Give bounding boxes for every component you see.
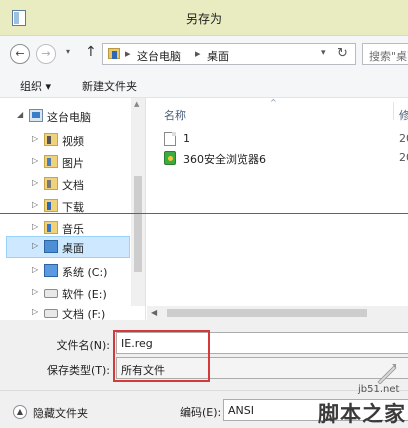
column-header-name[interactable]: 名称 xyxy=(164,107,186,123)
back-button[interactable]: ← xyxy=(10,44,30,64)
tree-item-label: 系统 (C:) xyxy=(62,266,108,279)
tree-item-label: 这台电脑 xyxy=(47,111,91,124)
watermark-url: jb51.net xyxy=(358,384,400,395)
command-toolbar: 组织 ▾ 新建文件夹 xyxy=(0,72,408,98)
desktop-folder-icon xyxy=(108,48,120,59)
window-title: 另存为 xyxy=(185,12,222,26)
file-row[interactable]: 1 20 xyxy=(164,130,408,148)
collapsed-triangle-icon[interactable]: ▷ xyxy=(32,241,38,250)
tree-item-label: 桌面 xyxy=(62,242,84,255)
watermark-name: 脚本之家 xyxy=(318,402,406,426)
search-placeholder: 搜索"桌面" xyxy=(369,50,408,63)
scroll-up-arrow-icon[interactable]: ▲ xyxy=(134,100,139,108)
search-input[interactable]: 搜索"桌面" xyxy=(362,43,408,65)
navigation-pane: ◢ 这台电脑 ▷ 视频 ▷ 图片 ▷ 文档 ▷ 下载 ▷ 音乐 ▷ 桌面 ▷ 系… xyxy=(0,98,146,321)
address-bar[interactable]: ▸ 这台电脑 ▸ 桌面 ▾ ↻ xyxy=(102,43,356,65)
collapsed-triangle-icon[interactable]: ▷ xyxy=(32,222,38,231)
tree-item-label: 音乐 xyxy=(62,223,84,236)
expanded-triangle-icon[interactable]: ◢ xyxy=(17,110,23,119)
scrollbar-thumb[interactable] xyxy=(167,309,367,317)
file-name: 1 xyxy=(183,132,190,145)
address-dropdown-icon[interactable]: ▾ xyxy=(321,48,326,58)
tree-item-label: 视频 xyxy=(62,135,84,148)
sort-ascending-icon: ^ xyxy=(270,98,277,107)
filetype-label: 保存类型(T): xyxy=(46,364,110,377)
scrollbar-thumb[interactable] xyxy=(134,176,142,272)
title-bar: 另存为 xyxy=(0,0,408,36)
collapsed-triangle-icon[interactable]: ▷ xyxy=(32,287,38,296)
tree-item-drive-e[interactable]: ▷ 软件 (E:) xyxy=(32,283,132,304)
desktop-folder-icon xyxy=(44,240,58,253)
new-folder-button[interactable]: 新建文件夹 xyxy=(82,78,137,94)
video-folder-icon xyxy=(44,133,58,146)
tree-item-videos[interactable]: ▷ 视频 xyxy=(32,130,127,151)
tree-item-label: 软件 (E:) xyxy=(62,288,107,301)
computer-icon xyxy=(29,109,43,122)
tree-item-drive-c[interactable]: ▷ 系统 (C:) xyxy=(32,261,132,282)
collapsed-triangle-icon[interactable]: ▷ xyxy=(32,200,38,209)
refresh-icon[interactable]: ↻ xyxy=(337,46,348,61)
text-file-icon xyxy=(164,132,176,146)
tree-item-pictures[interactable]: ▷ 图片 xyxy=(32,152,127,173)
collapsed-triangle-icon[interactable]: ▷ xyxy=(32,265,38,274)
breadcrumb-separator-icon[interactable]: ▸ xyxy=(125,47,131,60)
annotation-red-line xyxy=(0,213,408,214)
tree-item-label: 图片 xyxy=(62,157,84,170)
navigation-pane-scrollbar[interactable]: ▲ xyxy=(131,98,145,306)
tree-item-label: 文档 xyxy=(62,179,84,192)
scroll-left-arrow-icon[interactable]: ◀ xyxy=(151,308,157,317)
navigation-bar: ← → ▾ ↑ ▸ 这台电脑 ▸ 桌面 ▾ ↻ 搜索"桌面" xyxy=(0,36,408,72)
up-arrow-icon[interactable]: ↑ xyxy=(85,44,97,60)
breadcrumb-desktop[interactable]: 桌面 xyxy=(207,48,229,64)
downloads-folder-icon xyxy=(44,199,58,212)
encoding-value: ANSI xyxy=(228,404,254,417)
collapsed-triangle-icon[interactable]: ▷ xyxy=(32,156,38,165)
file-date: 20 xyxy=(399,151,408,164)
drive-icon xyxy=(44,289,58,298)
file-date: 20 xyxy=(399,132,408,145)
hide-folders-button[interactable]: 隐藏文件夹 xyxy=(33,405,88,421)
drive-icon xyxy=(44,309,58,318)
encoding-label: 编码(E): xyxy=(180,406,222,419)
file-list-horizontal-scrollbar[interactable]: ◀ xyxy=(147,306,408,320)
tree-item-documents[interactable]: ▷ 文档 xyxy=(32,174,127,195)
collapsed-triangle-icon[interactable]: ▷ xyxy=(32,307,38,316)
collapsed-triangle-icon[interactable]: ▷ xyxy=(32,178,38,187)
breadcrumb-this-pc[interactable]: 这台电脑 xyxy=(137,48,181,64)
file-name: 360安全浏览器6 xyxy=(183,153,266,166)
browser-shortcut-icon xyxy=(164,151,176,165)
filename-label: 文件名(N): xyxy=(56,339,110,352)
column-divider[interactable] xyxy=(393,102,394,120)
recent-locations-icon[interactable]: ▾ xyxy=(66,47,70,56)
music-folder-icon xyxy=(44,221,58,234)
system-drive-icon xyxy=(44,264,58,277)
documents-folder-icon xyxy=(44,177,58,190)
watermark-logo-icon xyxy=(377,364,397,384)
collapse-up-icon[interactable]: ▲ xyxy=(13,405,27,419)
tree-item-this-pc[interactable]: ◢ 这台电脑 xyxy=(17,106,127,127)
collapsed-triangle-icon[interactable]: ▷ xyxy=(32,134,38,143)
annotation-highlight-box xyxy=(113,330,210,382)
pictures-folder-icon xyxy=(44,155,58,168)
file-row[interactable]: 360安全浏览器6 20 xyxy=(164,149,408,167)
forward-button[interactable]: → xyxy=(36,44,56,64)
breadcrumb-separator-icon[interactable]: ▸ xyxy=(195,47,201,60)
file-list: ^ 名称 修 1 20 360安全浏览器6 20 xyxy=(147,98,408,306)
tree-item-desktop[interactable]: ▷ 桌面 xyxy=(6,236,130,258)
column-header-date[interactable]: 修 xyxy=(399,107,408,123)
save-form: 文件名(N): IE.reg 保存类型(T): 所有文件 xyxy=(0,320,408,390)
organize-button[interactable]: 组织 ▾ xyxy=(20,78,51,94)
